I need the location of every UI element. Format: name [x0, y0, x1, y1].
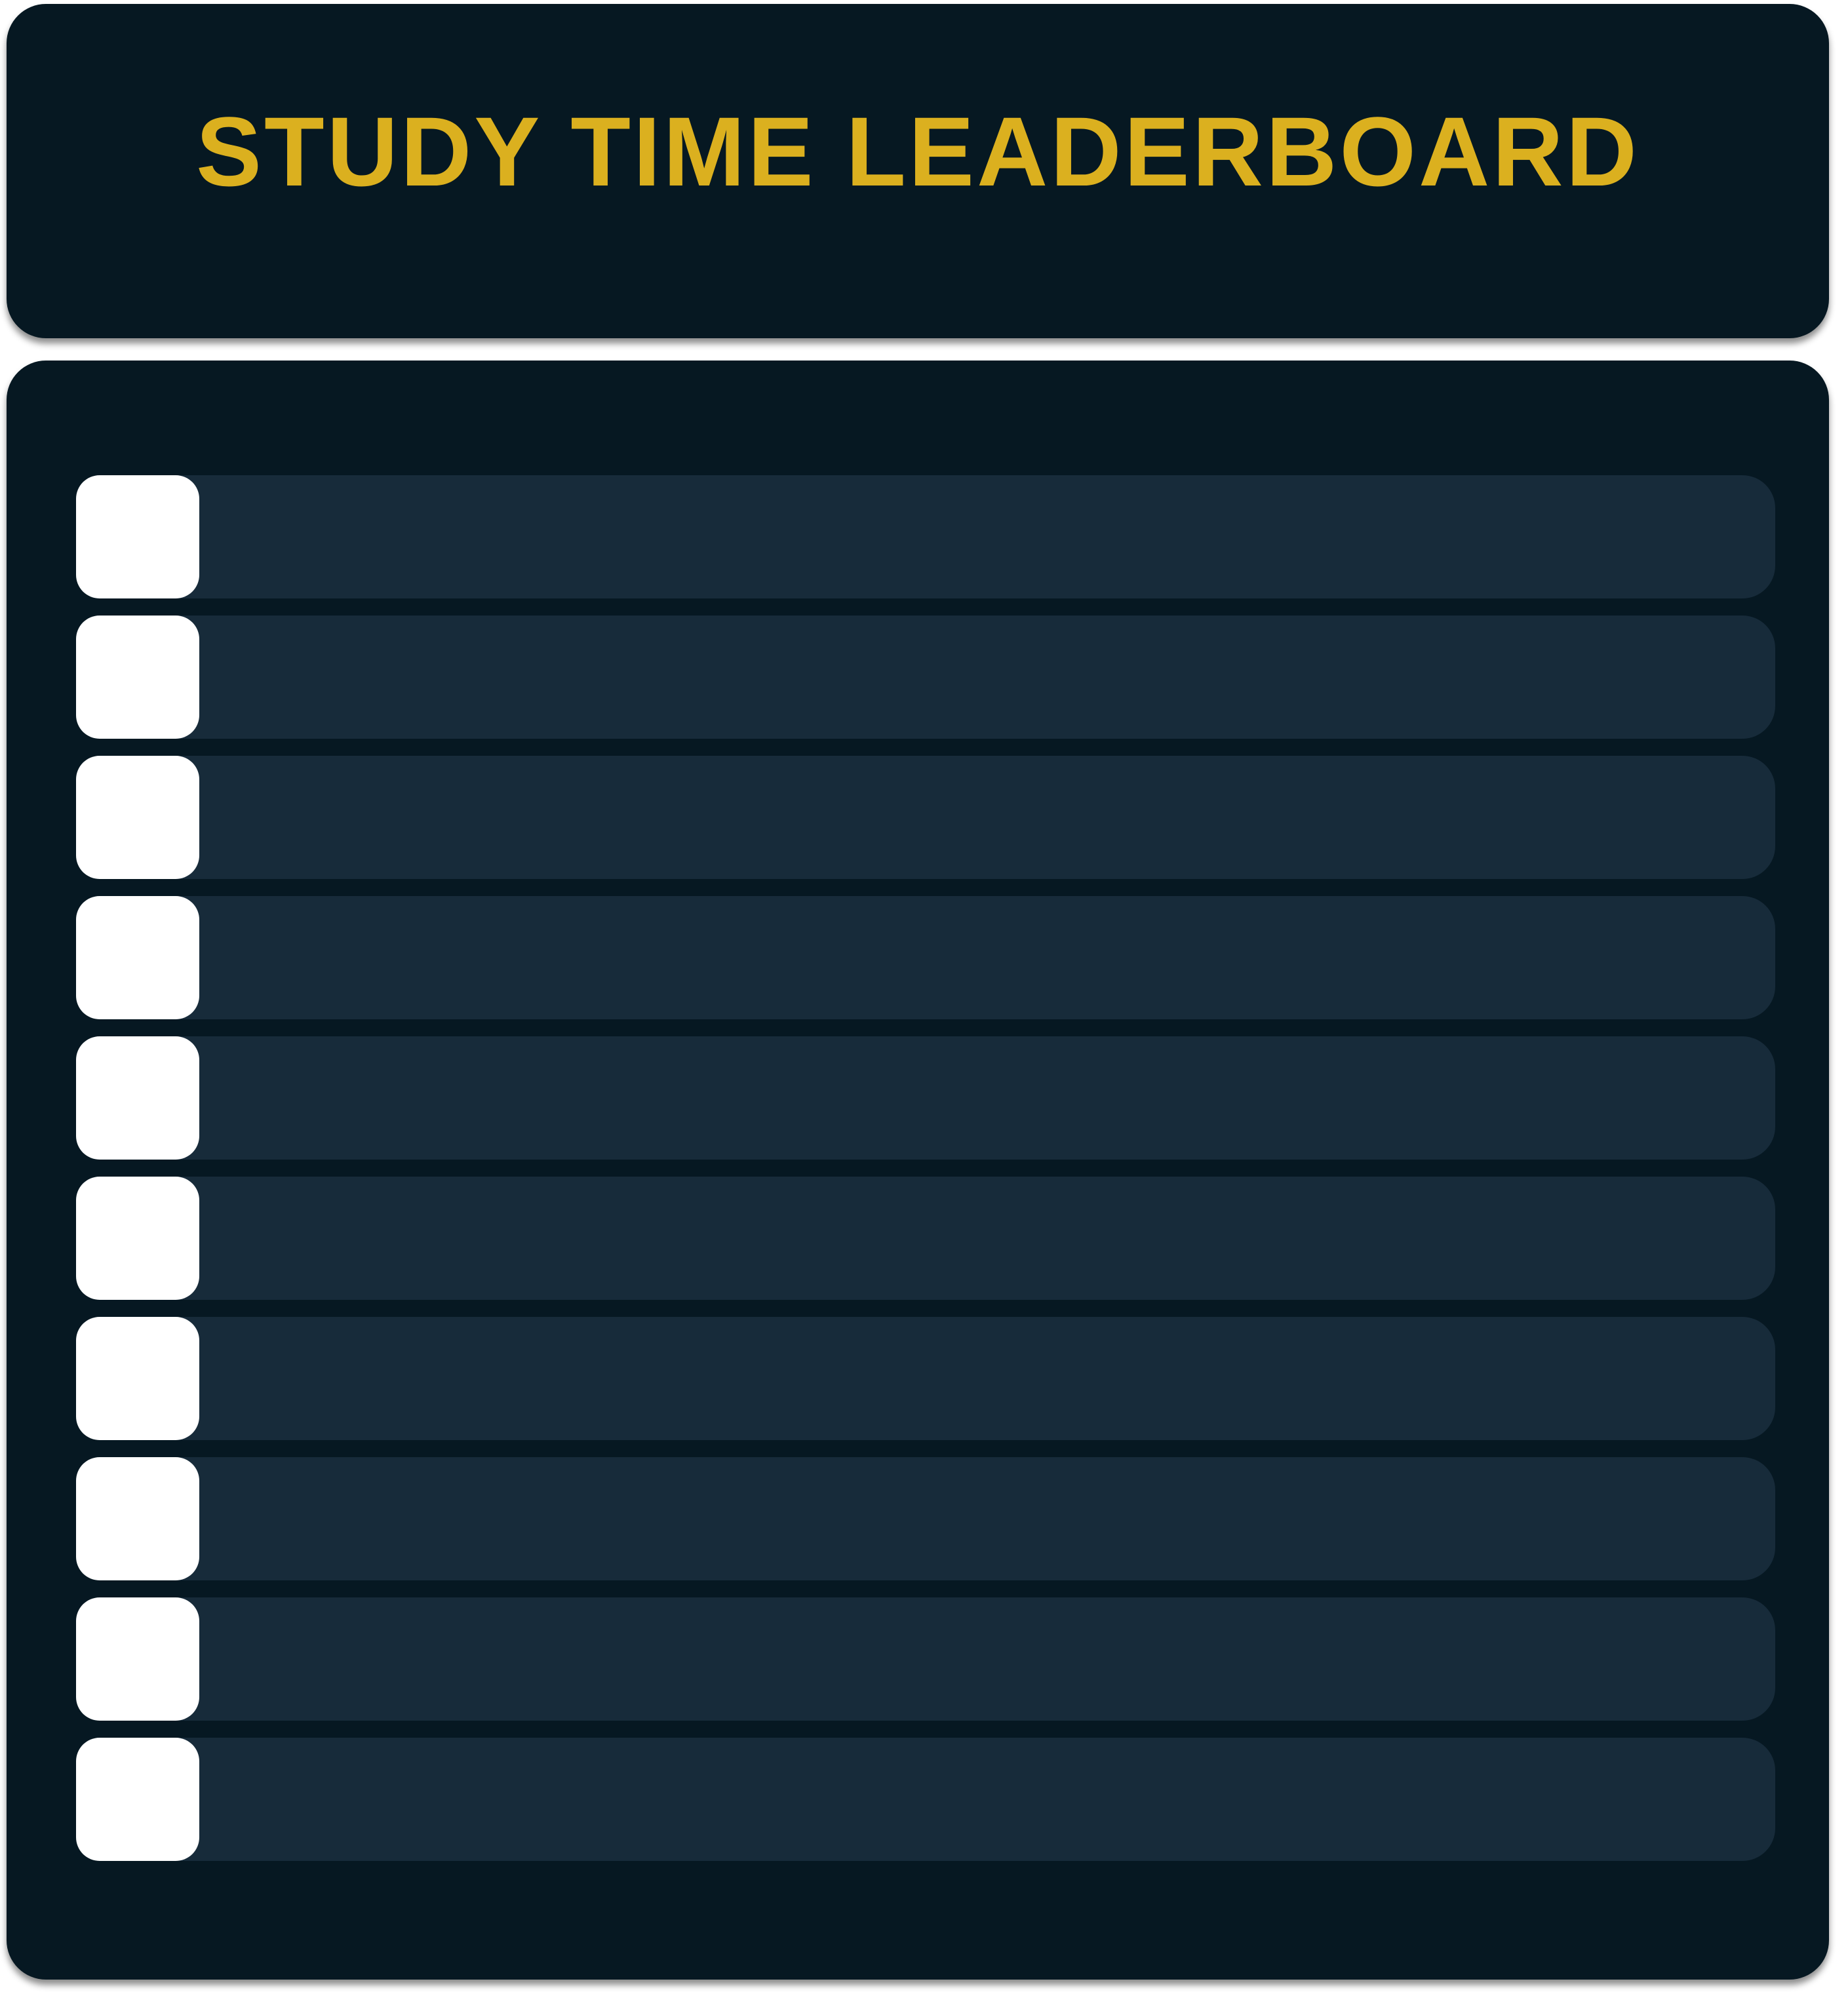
row-bar — [76, 1177, 1775, 1300]
rank-badge — [76, 475, 199, 598]
leaderboard-row — [76, 1317, 1775, 1440]
rank-badge — [76, 1457, 199, 1580]
row-bar — [76, 475, 1775, 598]
rank-badge — [76, 616, 199, 739]
leaderboard-row — [76, 616, 1775, 739]
rank-badge — [76, 896, 199, 1019]
leaderboard-row — [76, 1036, 1775, 1160]
row-bar — [76, 1036, 1775, 1160]
header-panel: STUDY TIME LEADERBOARD — [7, 4, 1829, 338]
rank-badge — [76, 1317, 199, 1440]
page-title: STUDY TIME LEADERBOARD — [196, 96, 1640, 206]
leaderboard-row — [76, 1177, 1775, 1300]
rank-badge — [76, 1177, 199, 1300]
leaderboard-row — [76, 475, 1775, 598]
rank-badge — [76, 756, 199, 879]
row-bar — [76, 1457, 1775, 1580]
rank-badge — [76, 1036, 199, 1160]
leaderboard-row — [76, 756, 1775, 879]
leaderboard-list — [76, 475, 1775, 1878]
row-bar — [76, 1597, 1775, 1721]
row-bar — [76, 756, 1775, 879]
leaderboard-row — [76, 1457, 1775, 1580]
leaderboard-row — [76, 896, 1775, 1019]
leaderboard-row — [76, 1738, 1775, 1861]
leaderboard-row — [76, 1597, 1775, 1721]
row-bar — [76, 1317, 1775, 1440]
rank-badge — [76, 1597, 199, 1721]
rank-badge — [76, 1738, 199, 1861]
row-bar — [76, 616, 1775, 739]
leaderboard-panel — [7, 361, 1829, 1980]
row-bar — [76, 1738, 1775, 1861]
row-bar — [76, 896, 1775, 1019]
